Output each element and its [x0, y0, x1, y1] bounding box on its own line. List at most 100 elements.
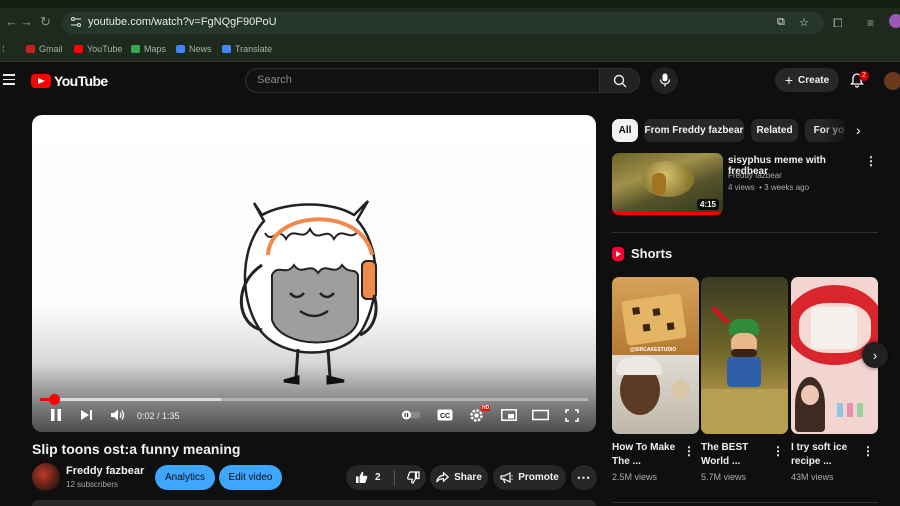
scrubber-handle[interactable] — [48, 394, 60, 405]
short-thumbnail-1[interactable]: @SIRCAKESTUDIO — [612, 277, 699, 434]
forward-icon[interactable]: → — [20, 14, 33, 30]
microphone-icon — [659, 73, 671, 87]
like-thumb-up-icon[interactable] — [355, 471, 368, 484]
bookmark-star-icon[interactable]: ☆ — [799, 16, 809, 29]
notification-badge: 2 — [859, 71, 869, 81]
search-icon — [613, 74, 627, 88]
short-3-menu-icon[interactable]: ⋮ — [862, 444, 874, 458]
recommendation-channel[interactable]: Freddy fazbear — [728, 171, 782, 180]
bookmark-youtube[interactable]: YouTube — [74, 44, 122, 54]
news-icon — [176, 45, 185, 53]
bookmark-translate[interactable]: Translate — [222, 44, 272, 54]
volume-icon[interactable] — [110, 408, 125, 422]
bookmarks-bar: ⁞ Gmail YouTube Maps News Translate — [0, 38, 900, 62]
next-video-icon[interactable] — [80, 409, 93, 421]
like-divider — [393, 469, 395, 486]
reading-list-icon[interactable]: ≡ — [867, 16, 874, 30]
short-1-title[interactable]: How To Make The ... — [612, 441, 682, 469]
install-app-icon[interactable]: ⧉ — [777, 16, 785, 29]
voice-search-button[interactable] — [651, 67, 678, 94]
youtube-logo[interactable]: YouTube — [31, 73, 108, 89]
channel-name[interactable]: Freddy fazbear — [66, 465, 144, 477]
description-box-edge — [32, 500, 596, 506]
promote-button[interactable]: Promote — [493, 465, 566, 490]
video-duration: 4:15 — [696, 199, 719, 210]
edit-video-button[interactable]: Edit video — [219, 465, 282, 490]
theater-mode-icon[interactable] — [532, 409, 549, 421]
account-avatar[interactable] — [884, 72, 900, 90]
short-1-cookie-image — [612, 277, 699, 355]
video-player[interactable]: 0:02 / 1:35 CC HD — [32, 115, 596, 432]
fullscreen-icon[interactable] — [565, 409, 579, 422]
bookmark-gmail[interactable]: Gmail — [26, 44, 63, 54]
thumbnail-figure — [652, 173, 666, 195]
search-button[interactable] — [599, 68, 640, 93]
short-2-views: 5.7M views — [701, 472, 747, 482]
reload-icon[interactable]: ↻ — [40, 14, 51, 30]
url-text[interactable]: youtube.com/watch?v=FgNQgF90PoU — [88, 16, 277, 28]
short-1-menu-icon[interactable]: ⋮ — [683, 444, 695, 458]
megaphone-icon — [500, 471, 513, 483]
extensions-icon[interactable]: ⧠ — [833, 16, 843, 31]
short-3-views: 43M views — [791, 472, 834, 482]
translate-icon — [222, 45, 231, 53]
profile-avatar[interactable] — [889, 14, 900, 28]
chips-next-chevron-icon[interactable]: › — [856, 122, 861, 138]
bookmark-news[interactable]: News — [176, 44, 212, 54]
back-icon[interactable]: ← — [5, 14, 18, 30]
search-box[interactable] — [245, 68, 600, 93]
watched-progress-bar — [612, 212, 723, 215]
bottom-divider — [612, 502, 878, 503]
short-3-title[interactable]: I try soft ice recipe ... — [791, 441, 861, 469]
gmail-icon — [26, 45, 35, 53]
video-frame-character — [239, 200, 378, 385]
short-2-title[interactable]: The BEST World ... — [701, 441, 771, 469]
like-dislike-group: 2 — [346, 465, 426, 490]
address-bar[interactable]: youtube.com/watch?v=FgNQgF90PoU ⧉ ☆ — [62, 12, 824, 34]
chip-fade — [822, 119, 850, 142]
autoplay-toggle[interactable] — [401, 410, 421, 420]
tab-strip — [0, 0, 900, 8]
section-divider — [612, 232, 878, 233]
chip-related[interactable]: Related — [751, 119, 798, 142]
share-arrow-icon — [436, 472, 450, 483]
shorts-logo-icon — [612, 246, 624, 261]
short-thumbnail-2[interactable] — [701, 277, 788, 434]
dislike-thumb-down-icon[interactable] — [406, 471, 420, 484]
short-1-overlay-text: @SIRCAKESTUDIO — [630, 347, 677, 353]
short-2-menu-icon[interactable]: ⋮ — [772, 444, 784, 458]
apps-icon[interactable]: ⁞ — [2, 44, 5, 54]
thumbnail-rock — [642, 161, 694, 197]
bookmark-maps[interactable]: Maps — [131, 44, 166, 54]
channel-avatar[interactable] — [32, 463, 60, 491]
subscriber-count: 12 subscribers — [66, 480, 119, 489]
maps-icon — [131, 45, 140, 53]
recommendation-menu-icon[interactable]: ⋮ — [865, 154, 877, 168]
captions-icon[interactable]: CC — [437, 409, 453, 421]
site-settings-icon[interactable] — [70, 16, 82, 28]
share-button[interactable]: Share — [430, 465, 488, 490]
recommendation-thumbnail[interactable]: 4:15 — [612, 153, 723, 215]
short-1-person-image — [612, 355, 699, 434]
create-button[interactable]: + Create — [775, 68, 839, 92]
video-title: Slip toons ost:a funny meaning — [32, 441, 241, 457]
youtube-icon — [74, 45, 83, 53]
hd-badge: HD — [481, 405, 491, 411]
youtube-play-icon — [31, 74, 51, 88]
progress-bar[interactable] — [40, 394, 588, 405]
chip-from-channel[interactable]: From Freddy fazbear — [644, 119, 744, 142]
shorts-next-button[interactable]: › — [862, 342, 888, 368]
analytics-button[interactable]: Analytics — [155, 465, 215, 490]
chevron-right-icon: › — [872, 347, 878, 363]
more-actions-icon[interactable]: ⋯ — [571, 465, 597, 490]
chip-all[interactable]: All — [612, 119, 638, 142]
pause-icon[interactable] — [50, 408, 62, 422]
search-input[interactable] — [257, 74, 587, 86]
buffered-bar — [40, 398, 221, 401]
shorts-heading: Shorts — [612, 246, 672, 261]
like-count: 2 — [375, 472, 381, 483]
menu-icon[interactable] — [3, 74, 15, 85]
miniplayer-icon[interactable] — [501, 409, 517, 421]
svg-text:CC: CC — [440, 413, 450, 420]
browser-toolbar: ← → ↻ youtube.com/watch?v=FgNQgF90PoU ⧉ … — [0, 0, 900, 38]
